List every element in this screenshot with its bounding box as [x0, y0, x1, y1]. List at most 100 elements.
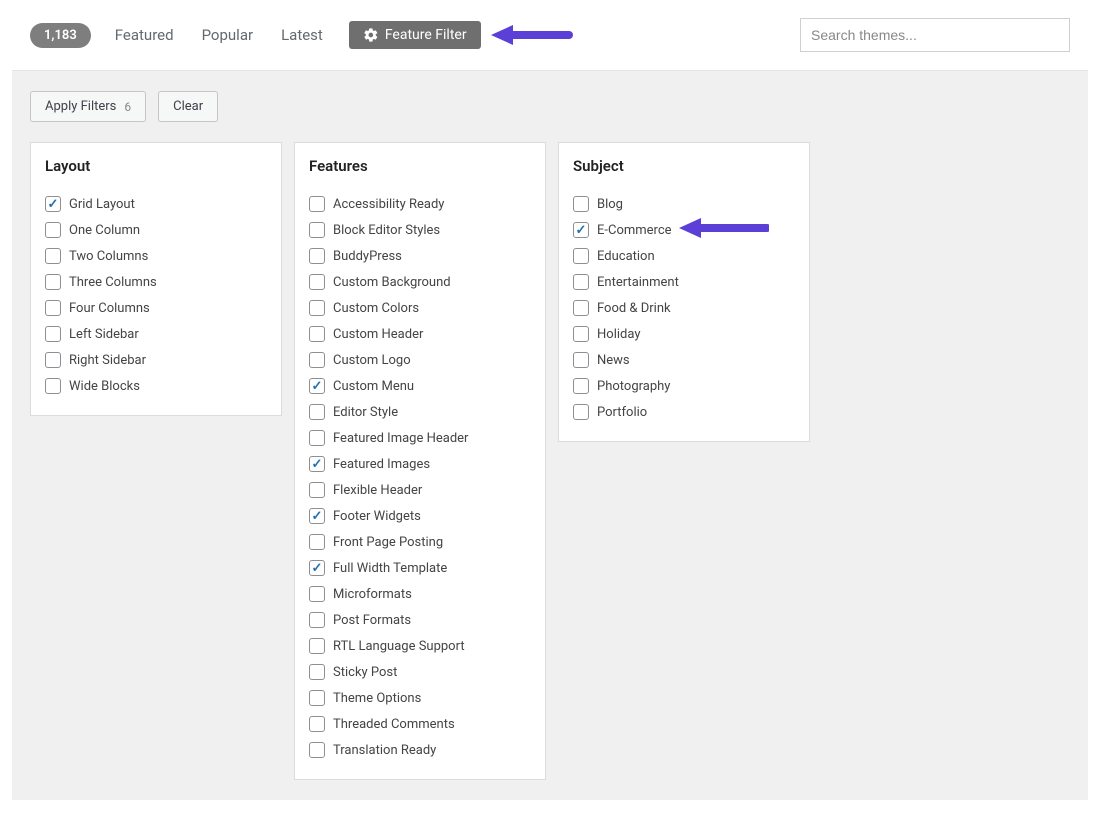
- option-label[interactable]: Theme Options: [333, 691, 421, 706]
- layout-option-wide-blocks[interactable]: Wide Blocks: [41, 373, 271, 399]
- option-label[interactable]: Blog: [597, 197, 623, 212]
- features-option-buddypress[interactable]: BuddyPress: [305, 243, 535, 269]
- checkbox-icon[interactable]: [309, 248, 325, 264]
- option-label[interactable]: Flexible Header: [333, 483, 422, 498]
- features-option-rtl-language-support[interactable]: RTL Language Support: [305, 633, 535, 659]
- clear-button[interactable]: Clear: [158, 91, 218, 122]
- features-option-block-editor-styles[interactable]: Block Editor Styles: [305, 217, 535, 243]
- checkbox-icon[interactable]: [309, 664, 325, 680]
- subject-option-education[interactable]: Education: [569, 243, 799, 269]
- layout-option-three-columns[interactable]: Three Columns: [41, 269, 271, 295]
- features-option-custom-header[interactable]: Custom Header: [305, 321, 535, 347]
- option-label[interactable]: Microformats: [333, 587, 412, 602]
- features-option-editor-style[interactable]: Editor Style: [305, 399, 535, 425]
- layout-option-one-column[interactable]: One Column: [41, 217, 271, 243]
- option-label[interactable]: Custom Menu: [333, 379, 414, 394]
- features-option-sticky-post[interactable]: Sticky Post: [305, 659, 535, 685]
- option-label[interactable]: Accessibility Ready: [333, 197, 444, 212]
- option-label[interactable]: Wide Blocks: [69, 379, 140, 394]
- features-option-post-formats[interactable]: Post Formats: [305, 607, 535, 633]
- option-label[interactable]: Editor Style: [333, 405, 398, 420]
- option-label[interactable]: Sticky Post: [333, 665, 397, 680]
- features-option-custom-logo[interactable]: Custom Logo: [305, 347, 535, 373]
- option-label[interactable]: Custom Header: [333, 327, 423, 342]
- option-label[interactable]: Grid Layout: [69, 197, 135, 212]
- checkbox-icon[interactable]: [573, 378, 589, 394]
- checkbox-icon[interactable]: [45, 300, 61, 316]
- option-label[interactable]: BuddyPress: [333, 249, 402, 264]
- checkbox-icon[interactable]: [309, 222, 325, 238]
- option-label[interactable]: RTL Language Support: [333, 639, 465, 654]
- checkbox-icon[interactable]: [309, 430, 325, 446]
- checkbox-icon[interactable]: [45, 326, 61, 342]
- features-option-custom-menu[interactable]: Custom Menu: [305, 373, 535, 399]
- checkbox-icon[interactable]: [45, 196, 61, 212]
- option-label[interactable]: Custom Colors: [333, 301, 419, 316]
- option-label[interactable]: Full Width Template: [333, 561, 447, 576]
- checkbox-icon[interactable]: [309, 716, 325, 732]
- checkbox-icon[interactable]: [573, 300, 589, 316]
- checkbox-icon[interactable]: [309, 586, 325, 602]
- checkbox-icon[interactable]: [309, 196, 325, 212]
- checkbox-icon[interactable]: [45, 274, 61, 290]
- checkbox-icon[interactable]: [309, 378, 325, 394]
- option-label[interactable]: Photography: [597, 379, 670, 394]
- subject-option-photography[interactable]: Photography: [569, 373, 799, 399]
- option-label[interactable]: Four Columns: [69, 301, 150, 316]
- checkbox-icon[interactable]: [573, 248, 589, 264]
- checkbox-icon[interactable]: [309, 326, 325, 342]
- checkbox-icon[interactable]: [309, 300, 325, 316]
- checkbox-icon[interactable]: [573, 352, 589, 368]
- checkbox-icon[interactable]: [309, 742, 325, 758]
- option-label[interactable]: Front Page Posting: [333, 535, 443, 550]
- option-label[interactable]: Left Sidebar: [69, 327, 139, 342]
- option-label[interactable]: Featured Images: [333, 457, 430, 472]
- checkbox-icon[interactable]: [573, 274, 589, 290]
- layout-option-left-sidebar[interactable]: Left Sidebar: [41, 321, 271, 347]
- option-label[interactable]: Education: [597, 249, 655, 264]
- option-label[interactable]: Translation Ready: [333, 743, 436, 758]
- subject-option-e-commerce[interactable]: E-Commerce: [569, 217, 799, 243]
- option-label[interactable]: Portfolio: [597, 405, 647, 420]
- checkbox-icon[interactable]: [573, 326, 589, 342]
- features-option-translation-ready[interactable]: Translation Ready: [305, 737, 535, 763]
- option-label[interactable]: Food & Drink: [597, 301, 671, 316]
- checkbox-icon[interactable]: [309, 352, 325, 368]
- checkbox-icon[interactable]: [309, 456, 325, 472]
- option-label[interactable]: Threaded Comments: [333, 717, 455, 732]
- checkbox-icon[interactable]: [573, 404, 589, 420]
- checkbox-icon[interactable]: [309, 638, 325, 654]
- option-label[interactable]: Right Sidebar: [69, 353, 146, 368]
- subject-option-news[interactable]: News: [569, 347, 799, 373]
- checkbox-icon[interactable]: [309, 690, 325, 706]
- option-label[interactable]: Custom Logo: [333, 353, 411, 368]
- features-option-front-page-posting[interactable]: Front Page Posting: [305, 529, 535, 555]
- checkbox-icon[interactable]: [309, 482, 325, 498]
- features-option-featured-images[interactable]: Featured Images: [305, 451, 535, 477]
- tab-latest[interactable]: Latest: [269, 20, 335, 50]
- checkbox-icon[interactable]: [309, 534, 325, 550]
- features-option-threaded-comments[interactable]: Threaded Comments: [305, 711, 535, 737]
- checkbox-icon[interactable]: [309, 274, 325, 290]
- option-label[interactable]: Holiday: [597, 327, 640, 342]
- option-label[interactable]: E-Commerce: [597, 223, 672, 238]
- features-option-microformats[interactable]: Microformats: [305, 581, 535, 607]
- features-option-accessibility-ready[interactable]: Accessibility Ready: [305, 191, 535, 217]
- option-label[interactable]: Entertainment: [597, 275, 679, 290]
- features-option-footer-widgets[interactable]: Footer Widgets: [305, 503, 535, 529]
- option-label[interactable]: Three Columns: [69, 275, 157, 290]
- subject-option-blog[interactable]: Blog: [569, 191, 799, 217]
- features-option-featured-image-header[interactable]: Featured Image Header: [305, 425, 535, 451]
- subject-option-portfolio[interactable]: Portfolio: [569, 399, 799, 425]
- tab-popular[interactable]: Popular: [190, 20, 266, 50]
- features-option-flexible-header[interactable]: Flexible Header: [305, 477, 535, 503]
- apply-filters-button[interactable]: Apply Filters 6: [30, 91, 146, 122]
- checkbox-icon[interactable]: [45, 352, 61, 368]
- checkbox-icon[interactable]: [45, 222, 61, 238]
- features-option-custom-background[interactable]: Custom Background: [305, 269, 535, 295]
- features-option-full-width-template[interactable]: Full Width Template: [305, 555, 535, 581]
- option-label[interactable]: Two Columns: [69, 249, 148, 264]
- checkbox-icon[interactable]: [309, 560, 325, 576]
- layout-option-right-sidebar[interactable]: Right Sidebar: [41, 347, 271, 373]
- search-input[interactable]: [800, 18, 1070, 52]
